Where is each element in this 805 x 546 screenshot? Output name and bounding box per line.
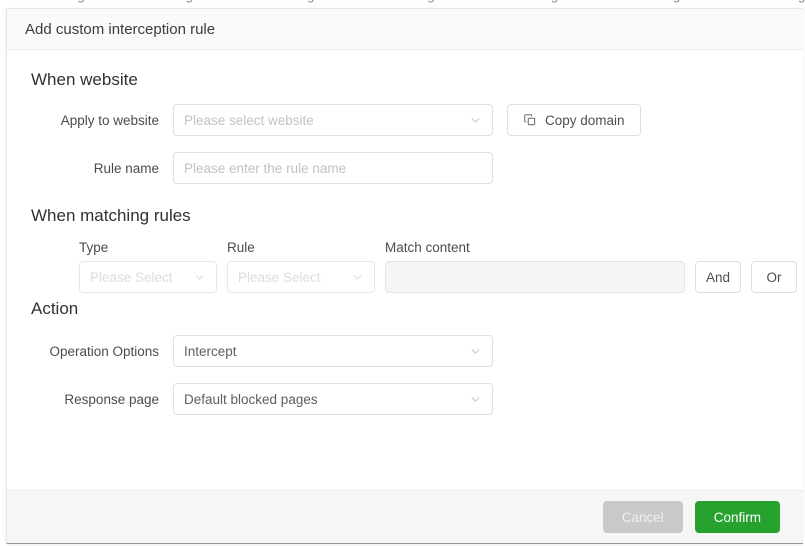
matching-rules-column-headers: Type Rule Match content — [79, 240, 781, 255]
and-button[interactable]: And — [695, 261, 741, 293]
add-interception-rule-dialog: Add custom interception rule When websit… — [6, 8, 803, 544]
confirm-button[interactable]: Confirm — [695, 501, 780, 533]
or-button[interactable]: Or — [751, 261, 797, 293]
column-header-type: Type — [79, 240, 227, 255]
matching-rules-group: Type Rule Match content Please Select Pl… — [79, 240, 781, 293]
rule-type-select[interactable]: Please Select — [79, 261, 217, 293]
section-heading-when-matching-rules: When matching rules — [31, 206, 781, 226]
dialog-title: Add custom interception rule — [25, 21, 215, 38]
operation-options-select[interactable]: Intercept — [173, 335, 493, 367]
match-content-input[interactable] — [385, 261, 685, 293]
label-rule-name: Rule name — [25, 161, 173, 176]
form-row-operation-options: Operation Options Intercept — [25, 335, 781, 367]
rule-operator-placeholder: Please Select — [238, 270, 321, 285]
form-row-response-page: Response page Default blocked pages — [25, 383, 781, 415]
chevron-down-icon — [193, 271, 206, 284]
background-tab[interactable]: IP Whitelisting — [111, 0, 193, 3]
rule-name-placeholder: Please enter the rule name — [184, 161, 346, 176]
background-tab-strip: IP Blacklisting IP Whitelisting URL Whit… — [0, 0, 805, 3]
background-tab[interactable]: IP Blacklisting — [4, 0, 85, 3]
background-tab[interactable]: Protocol Banning — [706, 0, 805, 3]
background-tab[interactable]: DNS Blacklisting — [584, 0, 680, 3]
dialog-body: When website Apply to website Please sel… — [7, 50, 803, 490]
form-row-apply-to-website: Apply to website Please select website C… — [25, 104, 781, 136]
label-response-page: Response page — [25, 392, 173, 407]
column-header-match-content: Match content — [385, 240, 470, 255]
apply-to-website-select[interactable]: Please select website — [173, 104, 493, 136]
chevron-down-icon — [469, 393, 482, 406]
chevron-down-icon — [351, 271, 364, 284]
dialog-header: Add custom interception rule — [7, 9, 803, 50]
chevron-down-icon — [469, 345, 482, 358]
section-heading-when-website: When website — [31, 70, 781, 90]
column-header-rule: Rule — [227, 240, 385, 255]
background-tab[interactable]: URL Whitelisting — [219, 0, 315, 3]
matching-rule-row: Please Select Please Select And Or — [79, 261, 781, 293]
response-page-value: Default blocked pages — [184, 392, 318, 407]
copy-domain-label: Copy domain — [545, 113, 625, 128]
rule-operator-select[interactable]: Please Select — [227, 261, 375, 293]
dialog-footer: Cancel Confirm — [7, 490, 803, 543]
rule-name-input[interactable]: Please enter the rule name — [173, 152, 493, 184]
chevron-down-icon — [469, 114, 482, 127]
background-tab[interactable]: DNS Whitelisting — [461, 0, 559, 3]
copy-domain-button[interactable]: Copy domain — [507, 104, 641, 136]
label-apply-to-website: Apply to website — [25, 113, 173, 128]
operation-options-value: Intercept — [184, 344, 237, 359]
background-tab[interactable]: URL Blacklisting — [340, 0, 434, 3]
section-heading-action: Action — [31, 299, 781, 319]
apply-to-website-placeholder: Please select website — [184, 113, 314, 128]
cancel-button[interactable]: Cancel — [603, 501, 683, 533]
label-operation-options: Operation Options — [25, 344, 173, 359]
rule-type-placeholder: Please Select — [90, 270, 173, 285]
form-row-rule-name: Rule name Please enter the rule name — [25, 152, 781, 184]
response-page-select[interactable]: Default blocked pages — [173, 383, 493, 415]
copy-icon — [523, 113, 537, 127]
